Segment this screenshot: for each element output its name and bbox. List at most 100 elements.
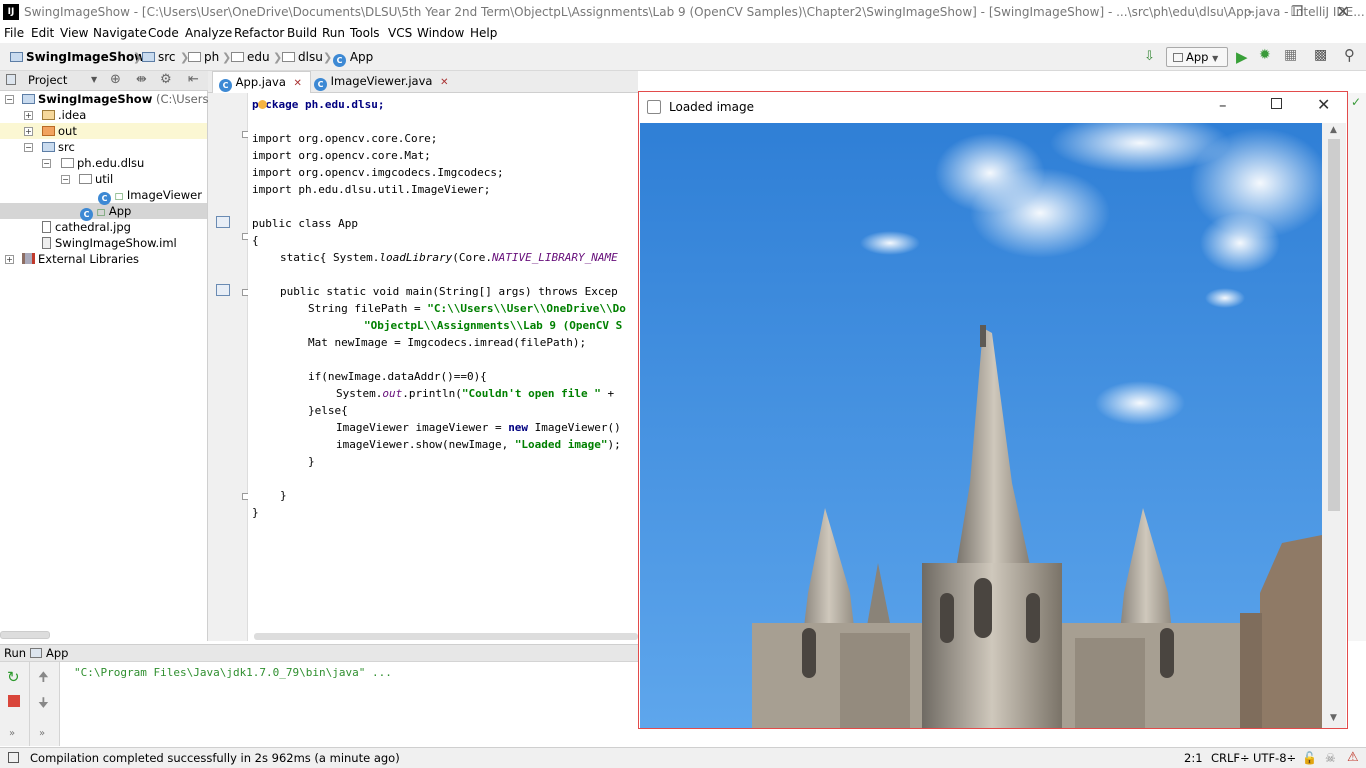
close-button[interactable]: ✕ [1320, 0, 1366, 24]
status-bar: Compilation completed successfully in 2s… [0, 747, 1366, 768]
expand-toggle-icon[interactable]: + [5, 255, 14, 264]
gear-icon[interactable]: ⚙ [160, 72, 172, 87]
minimize-button[interactable]: – [1228, 0, 1274, 24]
tree-item-out[interactable]: out [42, 123, 77, 139]
menu-window[interactable]: Window [417, 26, 464, 40]
minimize-button[interactable]: – [1219, 96, 1227, 114]
horizontal-scrollbar[interactable] [254, 633, 638, 640]
code-editor[interactable]: package ph.edu.dlsu; import org.opencv.c… [248, 93, 638, 641]
readonly-toggle-icon[interactable]: 🔓 [1302, 751, 1317, 765]
menu-tools[interactable]: Tools [350, 26, 380, 40]
run-icon[interactable]: ▶ [1236, 48, 1248, 66]
caret-position[interactable]: 2:1 [1184, 751, 1203, 765]
breadcrumb-src[interactable]: src [142, 50, 176, 64]
tool-window-toggle-icon[interactable] [8, 752, 19, 763]
build-icon[interactable]: ⇩ [1144, 49, 1155, 64]
tree-item-util[interactable]: util [79, 171, 113, 187]
menu-view[interactable]: View [60, 26, 88, 40]
stop-icon[interactable] [8, 695, 20, 707]
rerun-icon[interactable]: ↻ [7, 668, 20, 686]
code-token: ); [607, 438, 621, 451]
close-tab-icon[interactable]: ✕ [440, 77, 448, 88]
run-configuration-select[interactable]: App ▼ [1166, 47, 1228, 67]
expand-toggle-icon[interactable]: + [24, 127, 33, 136]
collapse-toggle-icon[interactable]: − [42, 159, 51, 168]
menu-navigate[interactable]: Navigate [93, 26, 147, 40]
run-tab-app[interactable]: App [46, 646, 68, 660]
breadcrumb-ph[interactable]: ph [188, 50, 219, 64]
coverage-icon[interactable]: ▦ [1284, 47, 1297, 63]
code-token: ImageViewer imageViewer = [336, 421, 509, 434]
tree-item-src[interactable]: src [42, 139, 75, 155]
code-line: } [280, 489, 287, 502]
implements-marker-icon[interactable] [216, 284, 230, 296]
maximize-button[interactable] [1271, 98, 1282, 109]
tree-item-iml[interactable]: SwingImageShow.iml [42, 235, 177, 251]
arrow-up-icon[interactable]: 🠉 [38, 668, 49, 690]
tree-item-app[interactable]: C □ App [80, 203, 131, 221]
implements-marker-icon[interactable] [216, 216, 230, 228]
console-output: "C:\Program Files\Java\jdk1.7.0_79\bin\j… [74, 666, 392, 679]
tree-item-idea[interactable]: .idea [42, 107, 86, 123]
menu-edit[interactable]: Edit [31, 26, 54, 40]
debug-icon[interactable]: ✹ [1259, 47, 1271, 63]
tab-app-java[interactable]: C App.java ✕ [212, 71, 311, 93]
scroll-down-icon[interactable]: ▼ [1330, 713, 1337, 723]
close-tab-icon[interactable]: ✕ [294, 78, 302, 89]
inspector-icon[interactable]: ☠ [1325, 751, 1336, 765]
tab-imageviewer-java[interactable]: C ImageViewer.java ✕ [308, 71, 457, 93]
collapse-toggle-icon[interactable]: − [61, 175, 70, 184]
intention-bulb-icon[interactable] [258, 100, 267, 109]
menu-vcs[interactable]: VCS [388, 26, 412, 40]
breadcrumb-edu[interactable]: edu [231, 50, 270, 64]
menu-build[interactable]: Build [287, 26, 317, 40]
intellij-logo-icon: IJ [3, 4, 19, 20]
menu-refactor[interactable]: Refactor [234, 26, 284, 40]
project-structure-icon[interactable]: ▩ [1314, 47, 1327, 63]
scroll-up-icon[interactable]: ▲ [1330, 125, 1337, 135]
more-icon[interactable]: » [9, 728, 15, 739]
code-line: imageViewer.show(newImage, "Loaded image… [336, 436, 621, 453]
horizontal-scrollbar[interactable] [0, 631, 50, 639]
collapse-toggle-icon[interactable]: − [5, 95, 14, 104]
image-window-titlebar[interactable]: Loaded image – ✕ [639, 92, 1347, 122]
more-icon[interactable]: » [39, 728, 45, 739]
collapse-toggle-icon[interactable]: − [24, 143, 33, 152]
maximize-button[interactable]: ❐ [1274, 0, 1320, 24]
tree-item-package[interactable]: ph.edu.dlsu [61, 155, 144, 171]
library-icon [22, 253, 35, 264]
menu-help[interactable]: Help [470, 26, 497, 40]
tree-item-imageviewer[interactable]: C □ ImageViewer [98, 187, 202, 205]
hide-panel-icon[interactable]: ⇤ [188, 72, 199, 87]
run-console[interactable]: "C:\Program Files\Java\jdk1.7.0_79\bin\j… [60, 662, 640, 746]
file-encoding[interactable]: UTF-8÷ [1253, 751, 1296, 765]
scroll-from-source-icon[interactable]: ⊕ [110, 72, 121, 87]
arrow-down-icon[interactable]: 🠋 [38, 694, 49, 716]
tree-item-label: out [58, 124, 77, 138]
menu-code[interactable]: Code [148, 26, 179, 40]
tree-item-image-file[interactable]: cathedral.jpg [42, 219, 131, 235]
expand-toggle-icon[interactable]: + [24, 111, 33, 120]
line-separator[interactable]: CRLF÷ [1211, 751, 1250, 765]
runnable-icon: □ [96, 208, 106, 218]
scrollbar-thumb[interactable] [1328, 139, 1340, 511]
breadcrumb-app[interactable]: C App [333, 50, 373, 67]
run-config-label: App [1186, 50, 1209, 64]
search-icon[interactable]: ⚲ [1344, 46, 1355, 64]
menu-file[interactable]: File [4, 26, 24, 40]
code-line: "ObjectpL\\Assignments\\Lab 9 (OpenCV S [364, 317, 622, 334]
dropdown-icon[interactable]: ▼ [91, 75, 97, 84]
event-log-icon[interactable]: ⚠ [1347, 750, 1359, 765]
tree-item-root[interactable]: SwingImageShow (C:\Users\Use [22, 91, 234, 107]
menu-run[interactable]: Run [322, 26, 345, 40]
vertical-scrollbar[interactable]: ▲ ▼ [1322, 123, 1346, 728]
app-config-icon [30, 648, 42, 658]
project-view-icon [6, 74, 16, 85]
tree-item-external-libraries[interactable]: External Libraries [22, 251, 139, 267]
project-view-selector[interactable]: Project [28, 73, 67, 87]
breadcrumb-project[interactable]: SwingImageShow [10, 50, 145, 64]
menu-analyze[interactable]: Analyze [185, 26, 232, 40]
close-button[interactable]: ✕ [1317, 95, 1330, 114]
breadcrumb-dlsu[interactable]: dlsu [282, 50, 323, 64]
collapse-all-icon[interactable]: ⇼ [136, 72, 147, 87]
